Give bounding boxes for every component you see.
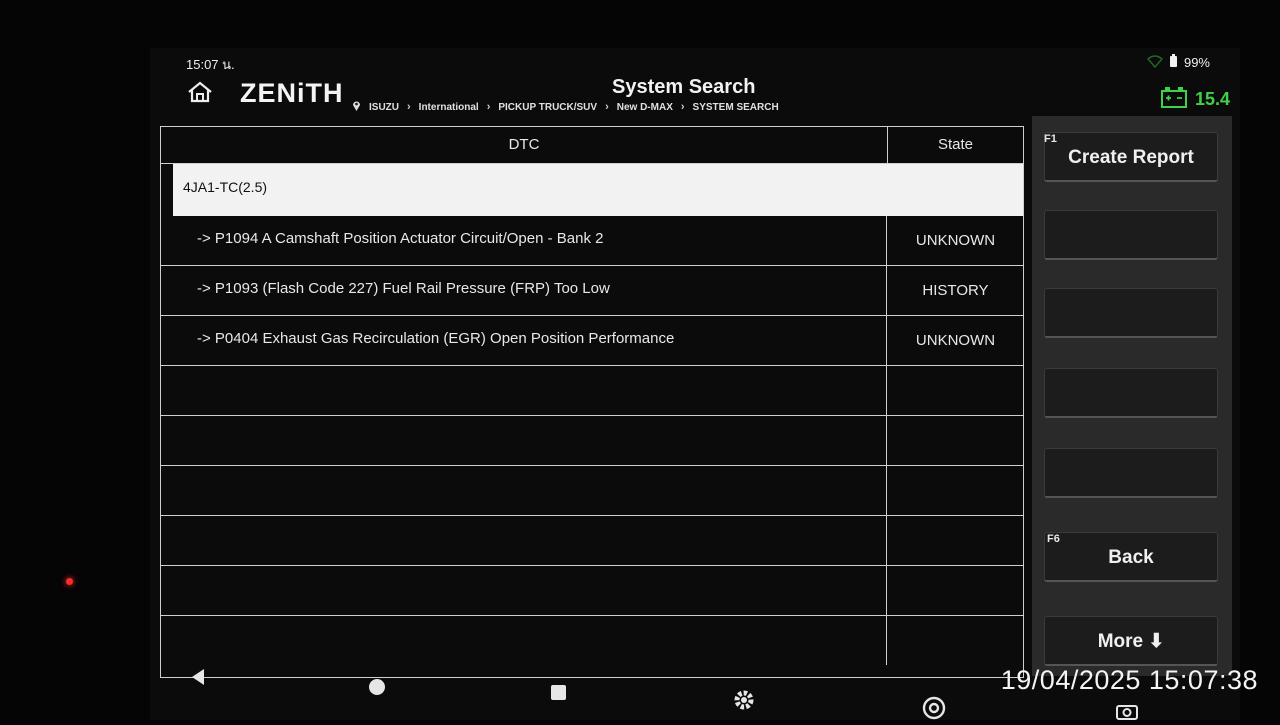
f2-button[interactable] [1044,210,1218,260]
create-report-button[interactable]: F1 Create Report [1044,132,1218,182]
f5-button[interactable] [1044,448,1218,498]
table-row[interactable] [161,466,1023,516]
dtc-cell: -> P0404 Exhaust Gas Recirculation (EGR)… [161,316,887,365]
more-button[interactable]: More ⬇ [1044,616,1218,666]
back-triangle-icon[interactable] [190,668,206,691]
state-cell [888,566,1023,615]
app-header: ZENiTH System Search ISUZU › Internation… [180,74,1230,118]
column-header-dtc: DTC [161,127,888,163]
f4-button[interactable] [1044,368,1218,418]
location-pin-icon [352,100,361,114]
voltage-value: 15.4 [1194,89,1230,109]
status-time: 15:07 น. [186,57,235,72]
state-cell: UNKNOWN [915,232,996,249]
dtc-cell [161,466,887,515]
power-led [66,578,73,585]
chevron-right-icon: › [407,101,411,113]
chevron-right-icon: › [486,101,491,113]
chevron-right-icon: › [605,101,609,113]
breadcrumb: ISUZU › International › PICKUP TRUCK/SUV… [352,100,779,114]
chrome-icon[interactable] [922,696,946,725]
breadcrumb-item-make[interactable]: ISUZU [369,102,399,113]
dtc-cell: -> P1093 (Flash Code 227) Fuel Rail Pres… [161,266,887,315]
dtc-cell [161,366,887,415]
state-cell: UNKNOWN [915,332,996,349]
breadcrumb-item-current: SYSTEM SEARCH [692,101,779,113]
recents-square-icon[interactable] [550,684,567,706]
battery-icon [1169,54,1178,71]
state-cell [888,616,1023,665]
status-bar: 15:07 น. 99% [186,54,1216,74]
chevron-right-icon: › [680,101,685,113]
dtc-cell [161,616,887,665]
status-right: 99% [1146,54,1210,71]
breadcrumb-item-type[interactable]: PICKUP TRUCK/SUV [498,102,597,113]
state-cell [888,366,1023,415]
state-cell [888,466,1023,515]
dtc-table: DTC State 4JA1-TC(2.5) -> P1094 A Camsha… [160,126,1024,678]
home-icon[interactable] [186,80,216,106]
table-row[interactable]: -> P0404 Exhaust Gas Recirculation (EGR)… [161,316,1023,366]
wifi-icon [1146,54,1163,71]
car-battery-icon [1160,86,1187,113]
zenith-logo: ZENiTH [240,78,344,108]
dtc-cell [161,516,887,565]
column-header-state: State [937,136,974,153]
gear-icon[interactable] [732,688,756,717]
table-row[interactable] [161,616,1023,666]
camera-icon[interactable] [1116,702,1138,725]
home-circle-icon[interactable] [368,678,386,701]
breadcrumb-item-model[interactable]: New D-MAX [617,102,673,113]
more-label: More ⬇ [1097,631,1165,652]
table-row[interactable] [161,366,1023,416]
table-row[interactable]: -> P1094 A Camshaft Position Actuator Ci… [161,216,1023,266]
f3-button[interactable] [1044,288,1218,338]
dtc-cell: -> P1094 A Camshaft Position Actuator Ci… [161,216,887,265]
table-row[interactable] [161,516,1023,566]
function-key-panel: F1 Create Report F6 Back More ⬇ [1032,116,1232,676]
system-group-row[interactable]: 4JA1-TC(2.5) [173,164,1023,216]
breadcrumb-item-region[interactable]: International [419,102,479,113]
table-row[interactable] [161,416,1023,466]
state-cell [888,516,1023,565]
create-report-label: Create Report [1068,147,1194,168]
f1-key-label: F1 [1044,133,1057,145]
dtc-cell [161,566,887,615]
dtc-cell [161,416,887,465]
table-row[interactable]: -> P1093 (Flash Code 227) Fuel Rail Pres… [161,266,1023,316]
back-button[interactable]: F6 Back [1044,532,1218,582]
table-row[interactable] [161,566,1023,616]
photo-timestamp: 19/04/2025 15:07:38 [1000,665,1258,695]
vehicle-voltage: 15.4 [1160,86,1230,113]
table-header: DTC State [161,127,1023,164]
state-cell [888,416,1023,465]
back-label: Back [1108,547,1154,568]
f6-key-label: F6 [1047,533,1060,545]
state-cell: HISTORY [922,282,989,299]
page-title: System Search [612,76,756,98]
battery-percent: 99% [1183,55,1210,70]
